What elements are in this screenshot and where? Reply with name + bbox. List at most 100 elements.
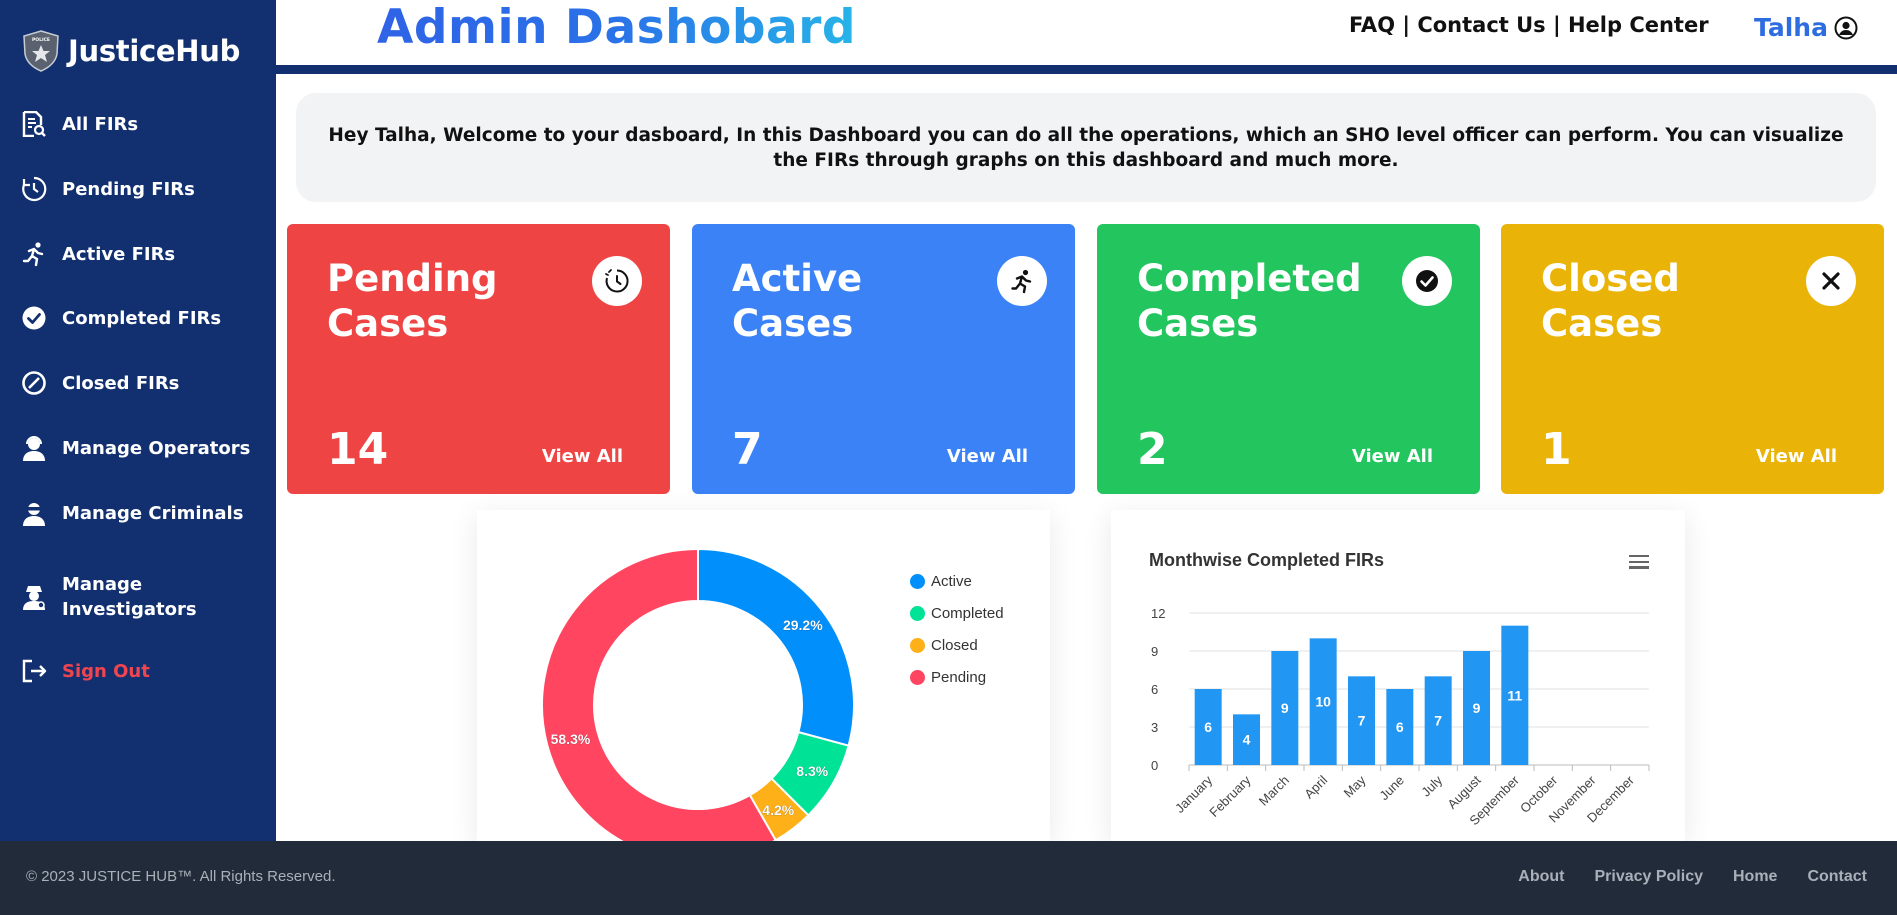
user-headset-icon bbox=[20, 434, 48, 462]
legend-label: Closed bbox=[931, 637, 978, 654]
footer-link-home[interactable]: Home bbox=[1733, 868, 1777, 886]
card-count: 1 bbox=[1541, 424, 1572, 475]
card-count: 14 bbox=[327, 424, 389, 475]
slice-data-label: 58.3% bbox=[551, 731, 591, 747]
bar-data-label: 10 bbox=[1315, 694, 1331, 710]
y-tick-label: 0 bbox=[1151, 758, 1158, 773]
page-title: Admin Dashobard bbox=[377, 0, 857, 55]
bar-chart-panel: Monthwise Completed FIRs 0 3 6 9 12 6 January 4… bbox=[1111, 510, 1685, 841]
card-title: Pending Cases bbox=[327, 257, 498, 345]
y-tick-label: 3 bbox=[1151, 720, 1158, 735]
view-all-link[interactable]: View All bbox=[1756, 446, 1837, 467]
footer-links: About Privacy Policy Home Contact bbox=[1518, 868, 1867, 886]
bar-data-label: 4 bbox=[1243, 732, 1251, 748]
card-title: Active Cases bbox=[732, 257, 863, 345]
card-title: Closed Cases bbox=[1541, 257, 1680, 345]
view-all-link[interactable]: View All bbox=[947, 446, 1028, 467]
sidebar-item-all-firs[interactable]: All FIRs bbox=[20, 110, 138, 138]
legend-item-active[interactable]: Active bbox=[910, 573, 972, 590]
sidebar-item-label: All FIRs bbox=[62, 113, 139, 135]
completed-cases-card: Completed Cases 2 View All bbox=[1097, 224, 1480, 494]
bar-data-label: 7 bbox=[1434, 713, 1442, 729]
sidebar-item-pending-firs[interactable]: Pending FIRs bbox=[20, 175, 195, 203]
bar-data-label: 11 bbox=[1507, 687, 1522, 703]
footer-link-contact[interactable]: Contact bbox=[1807, 868, 1867, 886]
sidebar-item-closed-firs[interactable]: Closed FIRs bbox=[20, 369, 179, 397]
close-x-icon[interactable] bbox=[1806, 256, 1856, 306]
brand-name: JusticeHub bbox=[68, 34, 241, 68]
check-circle-icon[interactable] bbox=[1402, 256, 1452, 306]
y-tick-label: 6 bbox=[1151, 682, 1158, 697]
legend-item-completed[interactable]: Completed bbox=[910, 605, 1004, 622]
check-circle-icon bbox=[20, 304, 48, 332]
sidebar-item-sign-out[interactable]: Sign Out bbox=[20, 657, 150, 685]
sidebar-item-manage-operators[interactable]: Manage Operators bbox=[20, 434, 250, 462]
user-masked-icon bbox=[20, 499, 48, 527]
footer: © 2023 JUSTICE HUB™. All Rights Reserved… bbox=[0, 841, 1897, 915]
ban-icon bbox=[20, 369, 48, 397]
sidebar-item-label: Completed FIRs bbox=[62, 307, 222, 329]
legend-item-closed[interactable]: Closed bbox=[910, 637, 978, 654]
footer-link-privacy[interactable]: Privacy Policy bbox=[1594, 868, 1703, 886]
user-name: Talha bbox=[1754, 13, 1828, 42]
bar-data-label: 7 bbox=[1358, 713, 1366, 729]
user-menu[interactable]: Talha bbox=[1754, 13, 1858, 42]
sign-out-icon bbox=[20, 657, 48, 685]
slice-data-label: 29.2% bbox=[783, 617, 823, 633]
sidebar-item-label: Active FIRs bbox=[62, 243, 176, 265]
bar-data-label: 9 bbox=[1281, 700, 1289, 716]
card-count: 7 bbox=[732, 424, 763, 475]
legend-marker bbox=[910, 606, 925, 621]
slice-data-label: 8.3% bbox=[796, 763, 828, 779]
sidebar-item-label: Manage Operators bbox=[62, 437, 251, 459]
brand[interactable]: POLICE JusticeHub bbox=[22, 30, 240, 72]
clock-history-icon bbox=[20, 175, 48, 203]
copyright-text: © 2023 JUSTICE HUB™. All Rights Reserved… bbox=[26, 868, 336, 885]
bar-data-label: 6 bbox=[1396, 719, 1404, 735]
welcome-text: Hey Talha, Welcome to your dasboard, In … bbox=[328, 124, 1844, 171]
footer-link-about[interactable]: About bbox=[1518, 868, 1564, 886]
bar-data-label: 6 bbox=[1204, 719, 1212, 735]
y-tick-label: 9 bbox=[1151, 644, 1158, 659]
running-person-icon[interactable] bbox=[997, 256, 1047, 306]
view-all-link[interactable]: View All bbox=[542, 446, 623, 467]
sidebar-item-label: Manage Investigators bbox=[62, 574, 197, 620]
legend-label: Completed bbox=[931, 605, 1004, 622]
legend-marker bbox=[910, 574, 925, 589]
x-tick-label: July bbox=[1418, 772, 1445, 799]
sidebar: POLICE JusticeHub All FIRs Pending FIRs … bbox=[0, 0, 276, 841]
x-tick-label: May bbox=[1341, 772, 1369, 800]
legend-item-pending[interactable]: Pending bbox=[910, 669, 986, 686]
bar-data-label: 9 bbox=[1473, 700, 1481, 716]
user-circle-icon bbox=[1834, 16, 1858, 39]
legend-label: Pending bbox=[931, 669, 987, 686]
clock-history-icon[interactable] bbox=[592, 256, 642, 306]
chart-menu-icon[interactable] bbox=[1629, 555, 1649, 569]
donut-chart-panel: 29.2% 8.3% 4.2% 58.3% Active Completed Clos… bbox=[477, 510, 1050, 841]
badge-text: POLICE bbox=[32, 37, 50, 43]
slice-active[interactable] bbox=[697, 547, 855, 747]
sidebar-item-manage-criminals[interactable]: Manage Criminals bbox=[20, 499, 243, 527]
sidebar-item-label: Manage Criminals bbox=[62, 502, 244, 524]
view-all-link[interactable]: View All bbox=[1352, 446, 1433, 467]
x-tick-label: April bbox=[1301, 772, 1330, 801]
header-links[interactable]: FAQ | Contact Us | Help Center bbox=[1349, 13, 1709, 37]
sidebar-item-label: Sign Out bbox=[62, 660, 150, 682]
x-tick-label: June bbox=[1376, 773, 1407, 804]
sidebar-item-active-firs[interactable]: Active FIRs bbox=[20, 240, 175, 268]
document-search-icon bbox=[20, 110, 48, 138]
user-detective-icon bbox=[20, 583, 48, 611]
running-person-icon bbox=[20, 240, 48, 268]
sidebar-item-manage-investigators[interactable]: Manage Investigators bbox=[20, 572, 222, 622]
x-tick-label: February bbox=[1206, 772, 1254, 820]
active-cases-card: Active Cases 7 View All bbox=[692, 224, 1075, 494]
sidebar-item-label: Pending FIRs bbox=[62, 178, 195, 200]
card-count: 2 bbox=[1137, 424, 1168, 475]
chart-title: Monthwise Completed FIRs bbox=[1149, 550, 1385, 570]
x-tick-label: March bbox=[1256, 773, 1292, 809]
legend-label: Active bbox=[931, 573, 972, 590]
sidebar-item-completed-firs[interactable]: Completed FIRs bbox=[20, 304, 221, 332]
pending-cases-card: Pending Cases 14 View All bbox=[287, 224, 670, 494]
legend-marker bbox=[910, 638, 925, 653]
slice-data-label: 4.2% bbox=[762, 802, 794, 818]
